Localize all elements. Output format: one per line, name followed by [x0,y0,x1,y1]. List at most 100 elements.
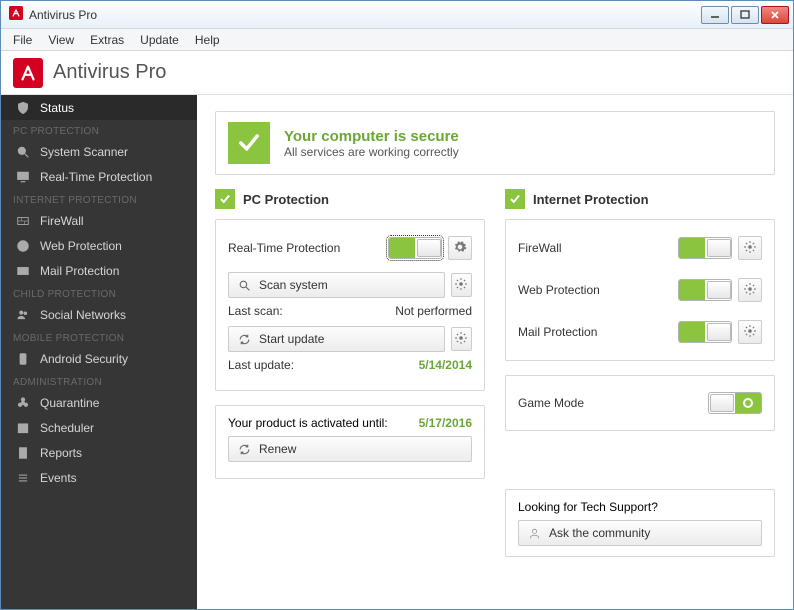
sidebar-section-mobile: MOBILE PROTECTION [1,327,197,346]
search-icon [237,278,251,292]
menu-help[interactable]: Help [187,30,228,50]
monitor-icon [15,169,30,184]
check-icon [505,189,525,209]
sidebar: Status PC PROTECTION System Scanner Real… [1,95,197,609]
update-settings-button[interactable] [451,327,472,351]
sidebar-item-events[interactable]: Events [1,465,197,490]
activation-card: Your product is activated until: 5/17/20… [215,405,485,479]
last-update-value: 5/14/2014 [419,358,472,372]
firewall-label: FireWall [518,241,672,255]
last-scan-value: Not performed [395,304,472,318]
sidebar-item-label: System Scanner [40,145,128,159]
app-header: Antivirus Pro [1,51,793,95]
mail-settings-button[interactable] [738,320,762,344]
search-icon [15,144,30,159]
game-mode-toggle[interactable] [708,392,762,414]
mail-label: Mail Protection [518,325,672,339]
menu-extras[interactable]: Extras [82,30,132,50]
status-title: Your computer is secure [284,128,459,145]
sidebar-item-firewall[interactable]: FireWall [1,208,197,233]
internet-protection-card: FireWall Web Protection Mail Protection [505,219,775,361]
refresh-icon [237,332,251,346]
close-button[interactable] [761,6,789,24]
menu-update[interactable]: Update [132,30,187,50]
content: Your computer is secure All services are… [197,95,793,609]
ask-community-button[interactable]: Ask the community [518,520,762,546]
internet-protection-heading: Internet Protection [505,189,775,209]
mail-toggle[interactable] [678,321,732,343]
users-icon [15,307,30,322]
start-update-button[interactable]: Start update [228,326,445,352]
realtime-toggle[interactable] [388,237,442,259]
maximize-button[interactable] [731,6,759,24]
biohazard-icon [15,395,30,410]
web-settings-button[interactable] [738,278,762,302]
renew-button[interactable]: Renew [228,436,472,462]
firewall-icon [15,213,30,228]
firewall-toggle[interactable] [678,237,732,259]
minimize-button[interactable] [701,6,729,24]
gear-icon [454,331,468,348]
globe-icon [15,238,30,253]
document-icon [15,445,30,460]
last-scan-label: Last scan: [228,304,395,318]
sidebar-item-social[interactable]: Social Networks [1,302,197,327]
sidebar-item-label: Status [40,101,74,115]
web-label: Web Protection [518,283,672,297]
scan-system-button[interactable]: Scan system [228,272,445,298]
check-icon [228,122,270,164]
sidebar-item-label: Android Security [40,352,128,366]
gear-icon [743,282,757,299]
sidebar-item-label: Real-Time Protection [40,170,152,184]
sidebar-item-status[interactable]: Status [1,95,197,120]
status-subtitle: All services are working correctly [284,145,459,159]
last-update-label: Last update: [228,358,419,372]
pc-protection-card: Real-Time Protection Scan system [215,219,485,391]
menu-view[interactable]: View [40,30,82,50]
sidebar-item-system-scanner[interactable]: System Scanner [1,139,197,164]
realtime-label: Real-Time Protection [228,241,382,255]
sidebar-item-label: Web Protection [40,239,122,253]
sidebar-section-child: CHILD PROTECTION [1,283,197,302]
list-icon [15,470,30,485]
check-icon [215,189,235,209]
sidebar-item-web[interactable]: Web Protection [1,233,197,258]
window-title: Antivirus Pro [29,8,97,22]
sidebar-item-label: Reports [40,446,82,460]
sidebar-section-admin: ADMINISTRATION [1,371,197,390]
logo-icon [13,58,43,88]
person-icon [527,526,541,540]
sidebar-item-mail[interactable]: Mail Protection [1,258,197,283]
gear-icon [743,324,757,341]
sidebar-item-android[interactable]: Android Security [1,346,197,371]
sidebar-item-label: Scheduler [40,421,94,435]
shield-icon [15,100,30,115]
sidebar-item-label: Mail Protection [40,264,119,278]
calendar-icon [15,420,30,435]
titlebar: Antivirus Pro [1,1,793,29]
gear-icon [454,277,468,294]
sidebar-item-reports[interactable]: Reports [1,440,197,465]
gear-icon [453,240,467,257]
sidebar-section-internet: INTERNET PROTECTION [1,189,197,208]
gear-icon [743,240,757,257]
sidebar-item-label: Social Networks [40,308,126,322]
sidebar-section-pc: PC PROTECTION [1,120,197,139]
support-card: Looking for Tech Support? Ask the commun… [505,489,775,557]
sidebar-item-realtime[interactable]: Real-Time Protection [1,164,197,189]
sidebar-item-label: Events [40,471,77,485]
firewall-settings-button[interactable] [738,236,762,260]
pc-protection-heading: PC Protection [215,189,485,209]
mobile-icon [15,351,30,366]
sidebar-item-label: FireWall [40,214,84,228]
sidebar-item-scheduler[interactable]: Scheduler [1,415,197,440]
scan-settings-button[interactable] [451,273,472,297]
sidebar-item-quarantine[interactable]: Quarantine [1,390,197,415]
web-toggle[interactable] [678,279,732,301]
realtime-settings-button[interactable] [448,236,472,260]
menu-file[interactable]: File [5,30,40,50]
game-mode-card: Game Mode [505,375,775,431]
activation-date: 5/17/2016 [419,416,472,430]
app-icon [9,6,23,23]
sidebar-item-label: Quarantine [40,396,99,410]
